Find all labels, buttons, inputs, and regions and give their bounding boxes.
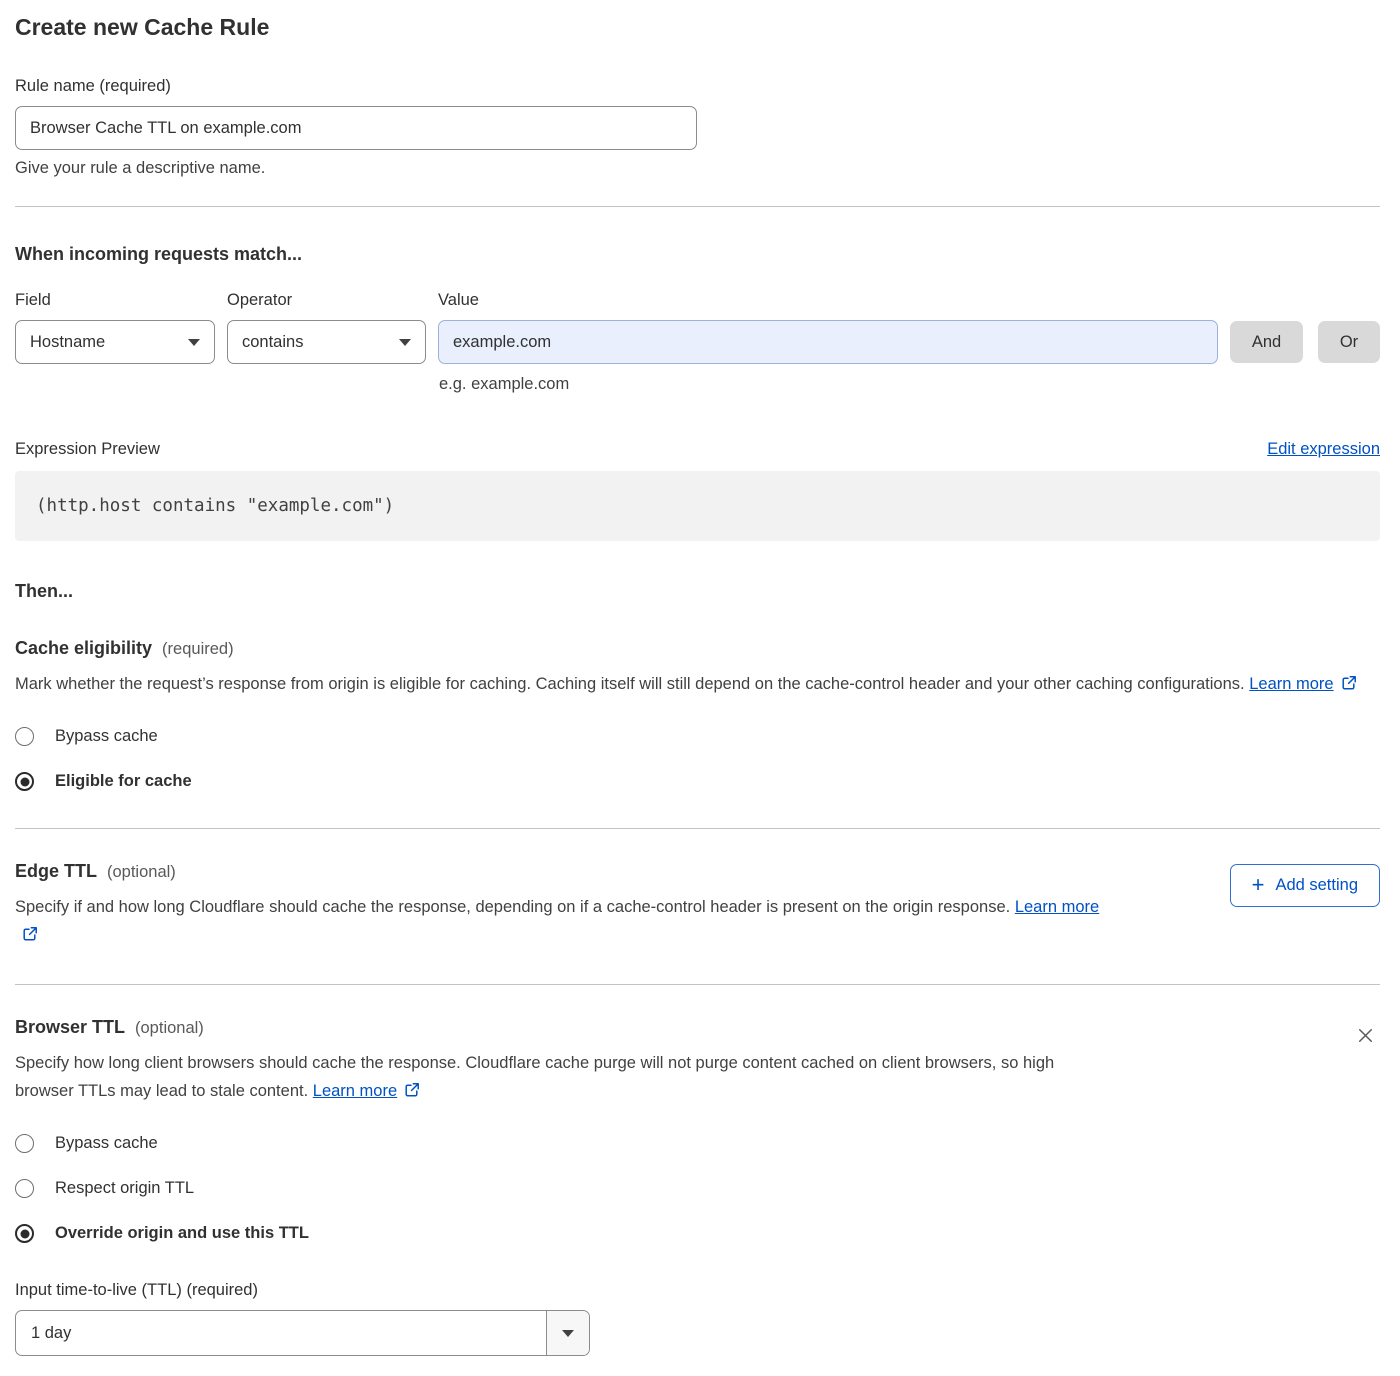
- external-link-icon: [1341, 677, 1357, 695]
- and-button[interactable]: And: [1230, 321, 1303, 363]
- edge-ttl-description-text: Specify if and how long Cloudflare shoul…: [15, 898, 1010, 916]
- divider: [15, 206, 1380, 207]
- chevron-down-icon: [399, 339, 411, 346]
- browser-ttl-description-text: Specify how long client browsers should …: [15, 1054, 1054, 1100]
- rule-name-input[interactable]: [15, 106, 697, 150]
- radio-label: Bypass cache: [55, 727, 158, 746]
- external-link-icon: [22, 928, 38, 946]
- cache-eligibility-badge: (required): [162, 640, 234, 659]
- edge-ttl-section: Edge TTL (optional) Specify if and how l…: [15, 861, 1380, 951]
- divider: [15, 984, 1380, 985]
- radio-unselected-icon: [15, 1134, 34, 1153]
- radio-unselected-icon: [15, 727, 34, 746]
- edge-ttl-description: Specify if and how long Cloudflare shoul…: [15, 893, 1110, 951]
- radio-selected-icon: [15, 772, 34, 791]
- ttl-select-value: 1 day: [16, 1311, 546, 1355]
- value-input[interactable]: [438, 320, 1218, 364]
- radio-label: Respect origin TTL: [55, 1179, 194, 1198]
- radio-eligible-for-cache[interactable]: Eligible for cache: [15, 772, 192, 791]
- rule-name-section: Rule name (required) Give your rule a de…: [15, 77, 1380, 178]
- radio-label: Override origin and use this TTL: [55, 1224, 309, 1243]
- add-setting-button[interactable]: + Add setting: [1230, 864, 1380, 907]
- operator-select-value: contains: [242, 333, 303, 352]
- radio-label: Bypass cache: [55, 1134, 158, 1153]
- radio-bypass-cache-browser[interactable]: Bypass cache: [15, 1134, 158, 1153]
- radio-selected-icon: [15, 1224, 34, 1243]
- browser-ttl-title-row: Browser TTL (optional): [15, 1017, 1351, 1038]
- edge-ttl-title: Edge TTL: [15, 861, 97, 882]
- field-select[interactable]: Hostname: [15, 320, 215, 364]
- or-button[interactable]: Or: [1318, 321, 1380, 363]
- radio-unselected-icon: [15, 1179, 34, 1198]
- cache-eligibility-section: Cache eligibility (required) Mark whethe…: [15, 638, 1380, 791]
- chevron-down-icon: [562, 1330, 574, 1337]
- divider: [15, 828, 1380, 829]
- browser-ttl-description: Specify how long client browsers should …: [15, 1049, 1110, 1107]
- close-icon: [1355, 1025, 1376, 1046]
- radio-respect-origin-ttl[interactable]: Respect origin TTL: [15, 1179, 194, 1198]
- then-heading: Then...: [15, 581, 1380, 602]
- learn-more-link[interactable]: Learn more: [1249, 675, 1333, 693]
- match-heading: When incoming requests match...: [15, 244, 1380, 265]
- chevron-down-icon: [188, 339, 200, 346]
- ttl-select-arrow[interactable]: [546, 1311, 589, 1355]
- cache-eligibility-title: Cache eligibility: [15, 638, 152, 659]
- expression-code-block: (http.host contains "example.com"): [15, 471, 1380, 541]
- operator-select[interactable]: contains: [227, 320, 426, 364]
- ttl-input-label: Input time-to-live (TTL) (required): [15, 1281, 1380, 1300]
- cache-eligibility-radio-group: Bypass cache Eligible for cache: [15, 727, 1380, 791]
- match-column-labels: Field Operator Value: [15, 291, 1380, 310]
- radio-override-origin-ttl[interactable]: Override origin and use this TTL: [15, 1224, 309, 1243]
- field-column-label: Field: [15, 291, 227, 310]
- field-select-value: Hostname: [30, 333, 105, 352]
- rule-name-help: Give your rule a descriptive name.: [15, 159, 1380, 178]
- radio-bypass-cache[interactable]: Bypass cache: [15, 727, 158, 746]
- expression-header: Expression Preview Edit expression: [15, 440, 1380, 459]
- browser-ttl-radio-group: Bypass cache Respect origin TTL Override…: [15, 1134, 1380, 1243]
- remove-browser-ttl-button[interactable]: [1351, 1021, 1380, 1053]
- edge-ttl-title-row: Edge TTL (optional): [15, 861, 1230, 882]
- value-column-label: Value: [438, 291, 479, 310]
- browser-ttl-badge: (optional): [135, 1019, 204, 1038]
- radio-label: Eligible for cache: [55, 772, 192, 791]
- value-example-help: e.g. example.com: [439, 375, 1380, 394]
- external-link-icon: [404, 1084, 420, 1102]
- ttl-select[interactable]: 1 day: [15, 1310, 590, 1356]
- match-condition-row: Hostname contains And Or: [15, 320, 1380, 364]
- learn-more-link[interactable]: Learn more: [1015, 898, 1099, 916]
- operator-column-label: Operator: [227, 291, 438, 310]
- edge-ttl-badge: (optional): [107, 863, 176, 882]
- learn-more-link[interactable]: Learn more: [313, 1082, 397, 1100]
- cache-eligibility-description-text: Mark whether the request’s response from…: [15, 675, 1245, 693]
- expression-preview-label: Expression Preview: [15, 440, 160, 459]
- add-setting-label: Add setting: [1275, 876, 1358, 895]
- page-title: Create new Cache Rule: [15, 14, 1380, 41]
- ttl-input-section: Input time-to-live (TTL) (required) 1 da…: [15, 1281, 1380, 1356]
- plus-icon: +: [1252, 874, 1265, 896]
- rule-name-label: Rule name (required): [15, 77, 1380, 96]
- edit-expression-link[interactable]: Edit expression: [1267, 440, 1380, 459]
- browser-ttl-title: Browser TTL: [15, 1017, 125, 1038]
- cache-eligibility-title-row: Cache eligibility (required): [15, 638, 1380, 659]
- cache-eligibility-description: Mark whether the request’s response from…: [15, 670, 1365, 700]
- browser-ttl-section: Browser TTL (optional) Specify how long …: [15, 1017, 1380, 1356]
